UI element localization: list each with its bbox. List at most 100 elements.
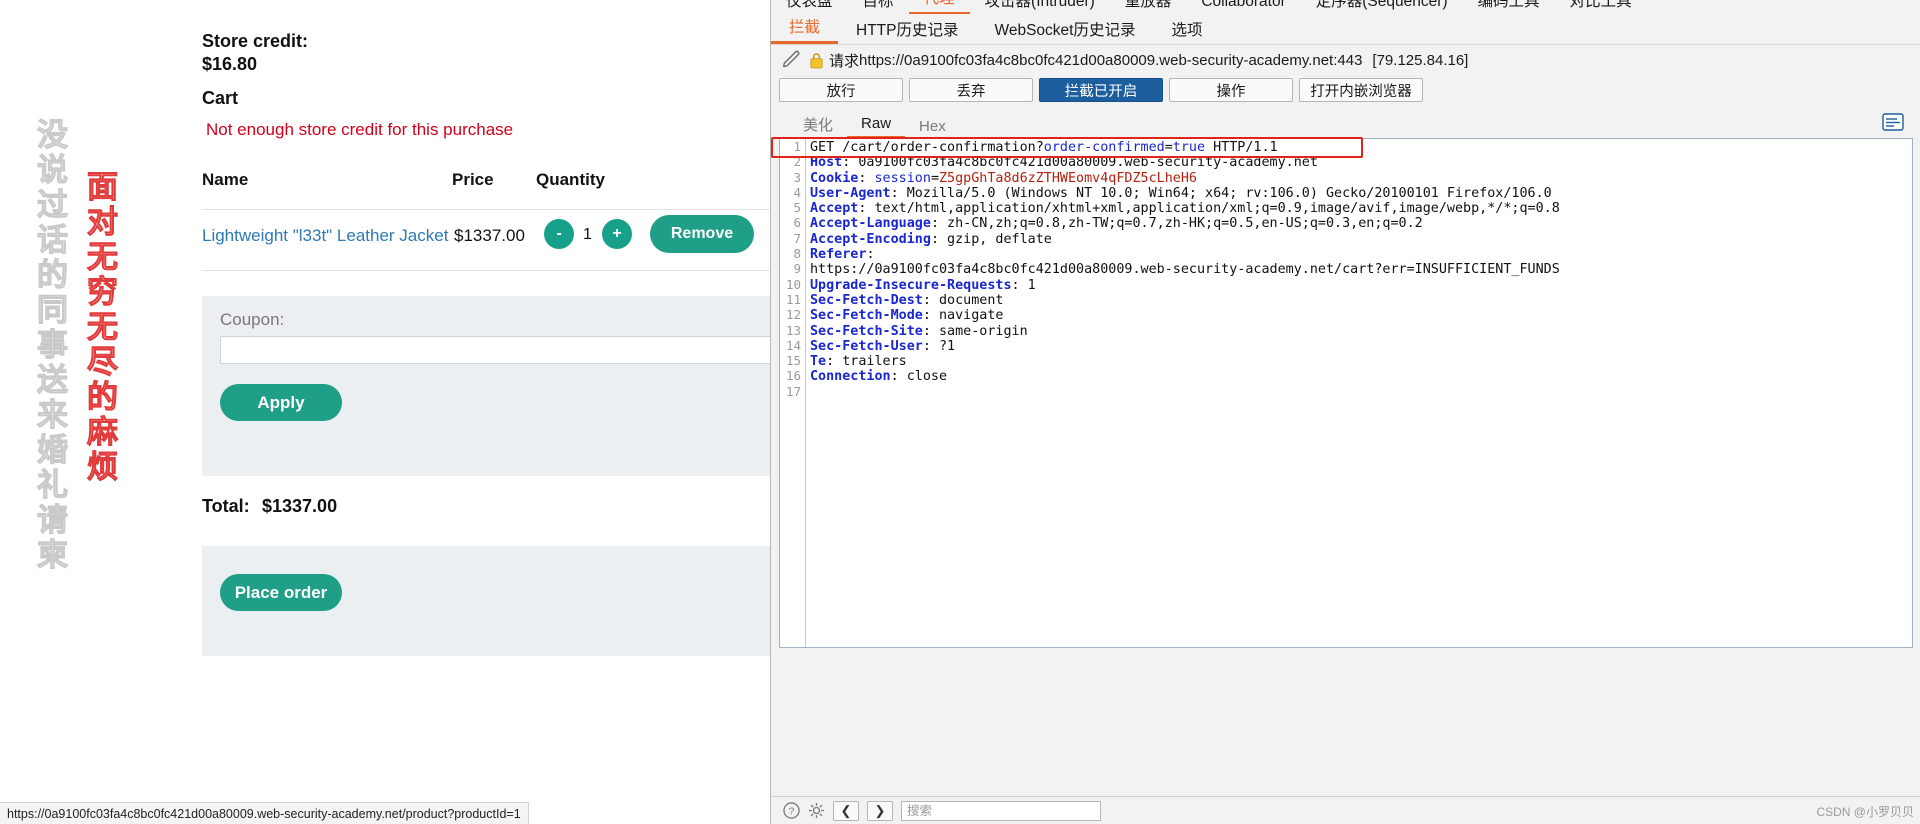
token: Sec-Fetch-Mode	[810, 308, 923, 324]
request-line: Referer:	[810, 247, 1912, 262]
editor-tab-2[interactable]: Hex	[905, 118, 960, 139]
burp-tab-5[interactable]: Collaborator	[1186, 0, 1300, 15]
gear-icon[interactable]	[808, 802, 825, 819]
request-line: Sec-Fetch-Site: same-origin	[810, 324, 1912, 339]
request-url-text: https://0a9100fc03fa4c8bc0fc421d00a80009…	[859, 51, 1363, 69]
token: Referer	[810, 247, 867, 263]
cart-heading: Cart	[202, 88, 239, 108]
product-price: $1337.00	[454, 226, 525, 245]
token: : text/html,application/xhtml+xml,applic…	[858, 201, 1560, 217]
editor-footer-bar: ? ❮ ❯ 搜索	[771, 796, 1920, 824]
burp-tab-8[interactable]: 对比工具	[1555, 0, 1647, 15]
token: : 1	[1011, 277, 1036, 293]
burp-tab-6[interactable]: 定序器(Sequencer)	[1301, 0, 1463, 15]
intercept-button-2[interactable]: 拦截已开启	[1039, 78, 1163, 102]
intercept-button-0[interactable]: 放行	[779, 78, 903, 102]
token: : gzip, deflate	[930, 231, 1052, 247]
token: : 0a9100fc03fa4c8bc0fc421d00a80009.web-s…	[842, 155, 1318, 171]
watermark-gray-text: 没说过话的同事送来婚礼请柬	[32, 118, 68, 574]
search-prev-button[interactable]: ❮	[833, 800, 859, 821]
token: GET /cart/order-confirmation?	[810, 140, 1044, 155]
line-number: 8	[793, 246, 801, 262]
line-number: 6	[793, 215, 801, 231]
burp-tab-1[interactable]: 目标	[848, 0, 909, 15]
token: https://0a9100fc03fa4c8bc0fc421d00a80009…	[810, 262, 1560, 278]
line-number: 17	[785, 383, 801, 399]
token: Host	[810, 155, 843, 171]
token: : same-origin	[922, 323, 1028, 339]
search-input[interactable]: 搜索	[901, 800, 1101, 821]
lock-icon	[810, 52, 823, 68]
intercept-button-1[interactable]: 丢弃	[909, 78, 1033, 102]
request-ip-text: [79.125.84.16]	[1372, 51, 1469, 69]
coupon-label: Coupon:	[220, 310, 285, 329]
token: Cookie	[810, 170, 859, 186]
help-icon[interactable]: ?	[783, 802, 800, 819]
pencil-icon	[782, 50, 800, 68]
token: =	[1164, 140, 1173, 155]
token: : close	[890, 369, 948, 385]
request-line: Accept-Encoding: gzip, deflate	[810, 232, 1912, 247]
line-number: 3	[793, 169, 801, 185]
editor-tab-1[interactable]: Raw	[847, 115, 906, 139]
line-number: 11	[785, 291, 801, 307]
quantity-decrease-button[interactable]: -	[544, 219, 574, 249]
request-editor[interactable]: 1 2 3 4 5 6 7 8 9 10 11 12 13 14 15 16 17 GET /cart/orde…	[771, 137, 1913, 648]
store-credit-value: $16.80	[202, 54, 258, 74]
intercept-button-3[interactable]: 操作	[1169, 78, 1293, 102]
burp-tab-0[interactable]: 仪表盘	[771, 0, 848, 15]
line-number: 4	[793, 184, 801, 200]
request-line: https://0a9100fc03fa4c8bc0fc421d00a80009…	[810, 262, 1912, 277]
burp-tab-4[interactable]: 重放器	[1110, 0, 1187, 15]
request-line: Accept: text/html,application/xhtml+xml,…	[810, 201, 1912, 216]
request-line: Upgrade-Insecure-Requests: 1	[810, 278, 1912, 293]
search-next-button[interactable]: ❯	[867, 800, 893, 821]
request-line: User-Agent: Mozilla/5.0 (Windows NT 10.0…	[810, 186, 1912, 201]
request-prefix-label: 请求	[829, 52, 860, 70]
line-number: 7	[793, 230, 801, 246]
place-order-button[interactable]: Place order	[220, 574, 342, 611]
editor-tab-0[interactable]: 美化	[789, 114, 847, 139]
request-line: GET /cart/order-confirmation?order-confi…	[810, 140, 1912, 155]
cart-error-message: Not enough store credit for this purchas…	[206, 120, 514, 139]
quantity-increase-button[interactable]: +	[602, 219, 632, 249]
quantity-value: 1	[583, 226, 592, 243]
proxy-subtab-2[interactable]: WebSocket历史记录	[976, 18, 1153, 44]
message-editor-tabbar: 美化 Raw Hex	[789, 114, 960, 139]
svg-text:?: ?	[789, 806, 795, 817]
burp-tab-7[interactable]: 编码工具	[1463, 0, 1555, 15]
burp-tab-3[interactable]: 攻击器(Intruder)	[970, 0, 1110, 15]
message-options-icon[interactable]	[1882, 113, 1904, 131]
intercept-action-buttons: 放行 丢弃 拦截已开启 操作 打开内嵌浏览器	[779, 78, 1423, 102]
request-line: Sec-Fetch-Mode: navigate	[810, 308, 1912, 323]
line-number: 10	[785, 276, 801, 292]
token: true	[1172, 140, 1206, 155]
remove-button[interactable]: Remove	[650, 215, 754, 253]
request-line: Te: trailers	[810, 354, 1912, 369]
proxy-subtab-1[interactable]: HTTP历史记录	[838, 18, 976, 44]
line-number: 2	[793, 154, 801, 170]
line-number: 16	[785, 368, 801, 384]
line-number-gutter: 1 2 3 4 5 6 7 8 9 10 11 12 13 14 15 16 17	[780, 139, 806, 647]
token: : navigate	[922, 308, 1004, 324]
token: session	[874, 170, 931, 186]
token: : document	[922, 292, 1004, 308]
token: Accept-Encoding	[810, 231, 931, 247]
product-link[interactable]: Lightweight "l33t" Leather Jacket	[202, 226, 448, 246]
request-line: Host: 0a9100fc03fa4c8bc0fc421d00a80009.w…	[810, 155, 1912, 170]
proxy-subtab-3[interactable]: 选项	[1153, 18, 1220, 44]
request-raw-text[interactable]: GET /cart/order-confirmation?order-confi…	[810, 139, 1912, 647]
apply-coupon-button[interactable]: Apply	[220, 384, 342, 421]
token: Te	[810, 354, 827, 370]
token: Sec-Fetch-Site	[810, 323, 923, 339]
line-number: 13	[785, 322, 801, 338]
token: : trailers	[826, 354, 907, 370]
proxy-subtab-0[interactable]: 拦截	[771, 15, 839, 44]
subtab-divider	[771, 44, 1920, 45]
line-number: 12	[785, 307, 801, 323]
burp-tab-2[interactable]: 代理	[908, 0, 970, 15]
token: :	[858, 170, 875, 186]
total-label: Total:	[202, 496, 250, 516]
intercept-button-4[interactable]: 打开内嵌浏览器	[1299, 78, 1423, 102]
browser-status-bar: https://0a9100fc03fa4c8bc0fc421d00a80009…	[0, 802, 529, 824]
